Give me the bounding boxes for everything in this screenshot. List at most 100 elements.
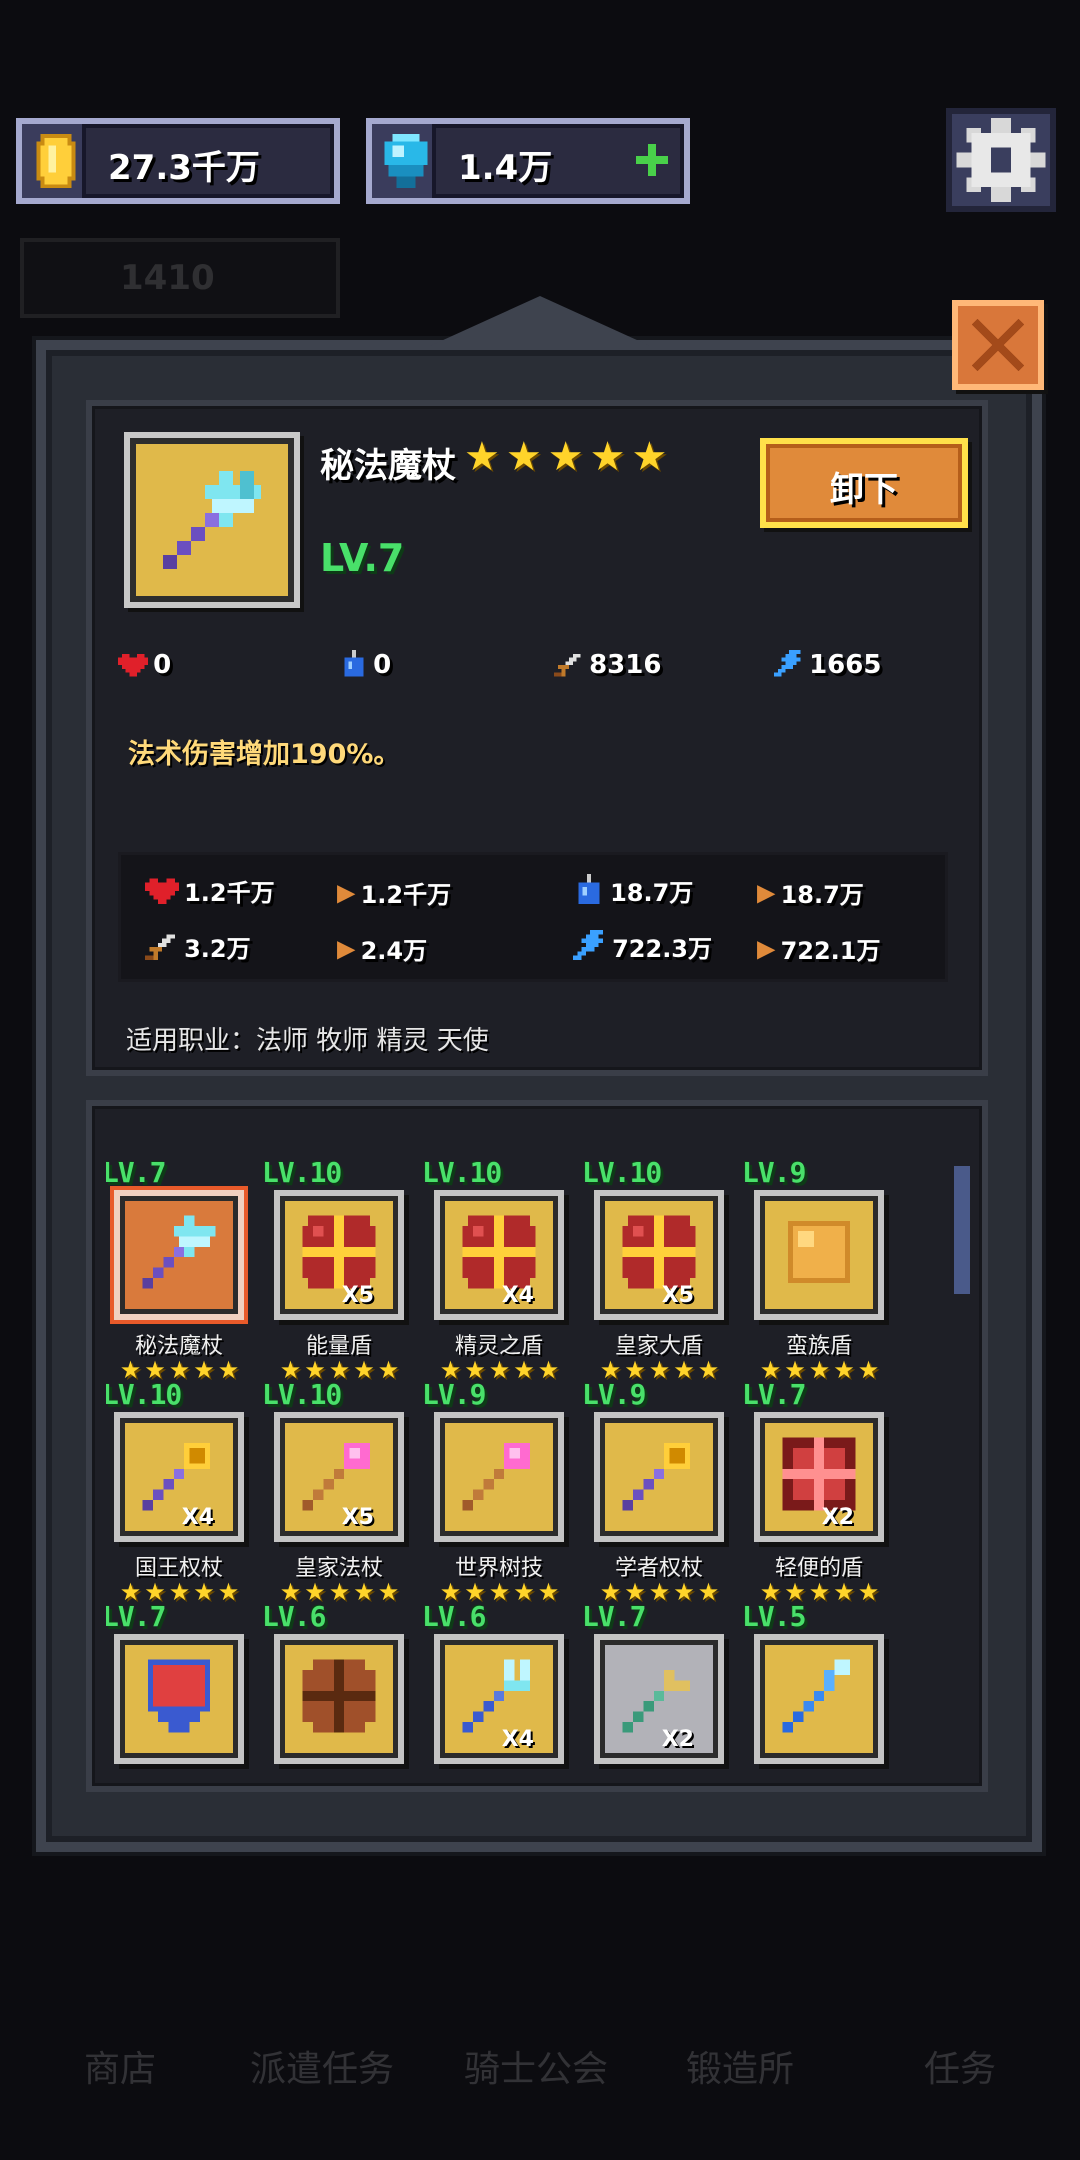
arrow-right-icon: ▶ (757, 878, 776, 907)
gold-counter: 27.3千万 (16, 118, 340, 204)
gem-amount: 1.4万 (458, 148, 553, 188)
inventory-item[interactable]: X4 LV.6 (422, 1600, 566, 1774)
blue-gem-icon (384, 133, 428, 189)
inventory-item-level: LV.7 (106, 1160, 166, 1189)
mana-potion-icon (344, 650, 364, 677)
total-hp-value: 1.2千万 (184, 879, 275, 907)
stat-hp-value: 0 (153, 650, 172, 680)
nav-label-quest: 任务 (923, 2049, 996, 2090)
inventory-item-frame: X5 (594, 1190, 724, 1320)
stat-magic-value: 1665 (809, 650, 882, 680)
inventory-item-count: X2 (661, 1727, 694, 1752)
inventory-item-level: LV.9 (582, 1378, 646, 1411)
nav-label-shop: 商店 (83, 2049, 156, 2090)
nav-label-dispatch: 派遣任务 (249, 2049, 394, 2090)
total-magic-value: 722.3万 (612, 935, 713, 963)
inventory-item-count: X5 (341, 1283, 374, 1308)
inventory-item[interactable]: X2 LV.7 (582, 1600, 726, 1774)
arcane-staff-icon (142, 1215, 216, 1289)
inventory-item[interactable]: X2 LV.7 轻便的盾 ★★★★★ (742, 1378, 886, 1604)
stat-mana-value: 0 (373, 650, 392, 680)
inventory-item-frame: X4 (434, 1190, 564, 1320)
cross-shield-icon (622, 1215, 696, 1289)
unequip-button[interactable]: 卸下 (760, 438, 968, 528)
inventory-item[interactable]: LV.7 (106, 1600, 246, 1774)
gold-coin-slot (22, 124, 86, 198)
stat-attack: 8316 (554, 650, 661, 680)
gold-amount: 27.3千万 (108, 148, 260, 188)
settings-button[interactable] (946, 108, 1056, 212)
inventory-item[interactable]: LV.9 世界树技 ★★★★★ (422, 1378, 566, 1604)
inventory-item[interactable]: LV.9 学者权杖 ★★★★★ (582, 1378, 726, 1604)
item-stars: ★★★★★ (464, 434, 674, 480)
inventory-item-level: LV.10 (422, 1160, 502, 1189)
inventory-item-frame (754, 1634, 884, 1764)
pink-staff-icon (302, 1442, 371, 1511)
inventory-item-level: LV.5 (742, 1600, 806, 1633)
total-magic: 722.3万 (573, 929, 712, 964)
inventory-item[interactable]: X5 LV.10 皇家大盾 ★★★★★ (582, 1160, 726, 1382)
inventory-item[interactable]: X5 LV.10 皇家法杖 ★★★★★ (262, 1378, 406, 1604)
panel-top-ornament (430, 296, 650, 346)
stat-attack-value: 8316 (589, 650, 662, 680)
pink-staff-icon (462, 1442, 531, 1511)
inventory-item-frame: X2 (754, 1412, 884, 1542)
nav-item-forge: 锻造所 (660, 2040, 820, 2092)
sword-icon (554, 653, 581, 677)
add-gems-button[interactable] (632, 140, 672, 180)
inventory-scrollbar[interactable] (954, 1166, 970, 1294)
arrow-right-icon: ▶ (757, 934, 776, 963)
mana-potion-icon (578, 873, 600, 904)
inventory-item-level: LV.6 (422, 1600, 486, 1633)
total-attack-sub: ▶ 2.4万 (337, 931, 427, 966)
inventory-item-count: X2 (821, 1505, 854, 1530)
inventory-item[interactable]: X5 LV.10 能量盾 ★★★★★ (262, 1160, 406, 1382)
red-kite-shield-icon (147, 1659, 211, 1733)
inventory-item[interactable]: LV.9 蛮族盾 ★★★★★ (742, 1160, 886, 1382)
inventory-item-frame: X4 (434, 1634, 564, 1764)
total-mana-value: 18.7万 (610, 879, 694, 907)
inventory-item-level: LV.6 (262, 1600, 326, 1633)
inventory-item[interactable]: LV.6 (262, 1600, 406, 1774)
unequip-label: 卸下 (830, 470, 898, 510)
inventory-item[interactable]: X4 LV.10 精灵之盾 ★★★★★ (422, 1160, 566, 1382)
inventory-item-frame: X5 (274, 1412, 404, 1542)
item-description: 法术伤害增加190%。 (128, 739, 401, 770)
inventory-item-frame (114, 1634, 244, 1764)
nav-label-guild: 骑士公会 (463, 2049, 608, 2090)
inventory-item-frame (114, 1190, 244, 1320)
inventory-item[interactable]: LV.7 秘法魔杖 ★★★★★ (106, 1160, 246, 1382)
total-hp: 1.2千万 (145, 873, 275, 908)
stat-hp: 0 (118, 650, 171, 680)
heart-icon (118, 653, 148, 677)
inventory-item[interactable]: X4 LV.10 国王权杖 ★★★★★ (106, 1378, 246, 1604)
total-magic-sub-value: 722.1万 (780, 937, 881, 965)
arcane-staff-icon (163, 471, 261, 569)
inventory-item-level: LV.7 (742, 1378, 806, 1411)
inventory-item-count: X4 (501, 1283, 534, 1308)
inventory-item-frame (434, 1412, 564, 1542)
heart-icon (145, 877, 179, 904)
inventory-item-frame (274, 1634, 404, 1764)
stat-magic: 1665 (774, 650, 881, 680)
nav-item-shop: 商店 (40, 2040, 200, 2092)
barbarian-shield-icon (787, 1220, 851, 1284)
nav-label-forge: 锻造所 (685, 2049, 794, 2090)
gem-slot (372, 124, 436, 198)
inventory-item-frame: X4 (114, 1412, 244, 1542)
inventory-item-frame: X5 (274, 1190, 404, 1320)
scepter-icon (622, 1442, 691, 1511)
nav-item-guild: 骑士公会 (446, 2040, 626, 2092)
inventory-item[interactable]: LV.5 (742, 1600, 886, 1774)
gear-icon (956, 118, 1046, 202)
gem-counter: 1.4万 (366, 118, 690, 204)
total-attack-value: 3.2万 (184, 935, 251, 963)
close-icon (971, 318, 1025, 372)
close-button[interactable] (952, 300, 1044, 390)
inventory-grid: LV.7 秘法魔杖 ★★★★★ X5 LV.10 能量盾 ★★★★★ X4 LV.10 精灵之盾 ★… (106, 1160, 926, 1774)
inventory-item-frame: X2 (594, 1634, 724, 1764)
cross-shield-icon (462, 1215, 536, 1289)
inventory-item-level: LV.10 (106, 1378, 182, 1411)
inventory-item-level: LV.10 (582, 1160, 662, 1189)
total-hp-sub-value: 1.2千万 (360, 881, 452, 909)
